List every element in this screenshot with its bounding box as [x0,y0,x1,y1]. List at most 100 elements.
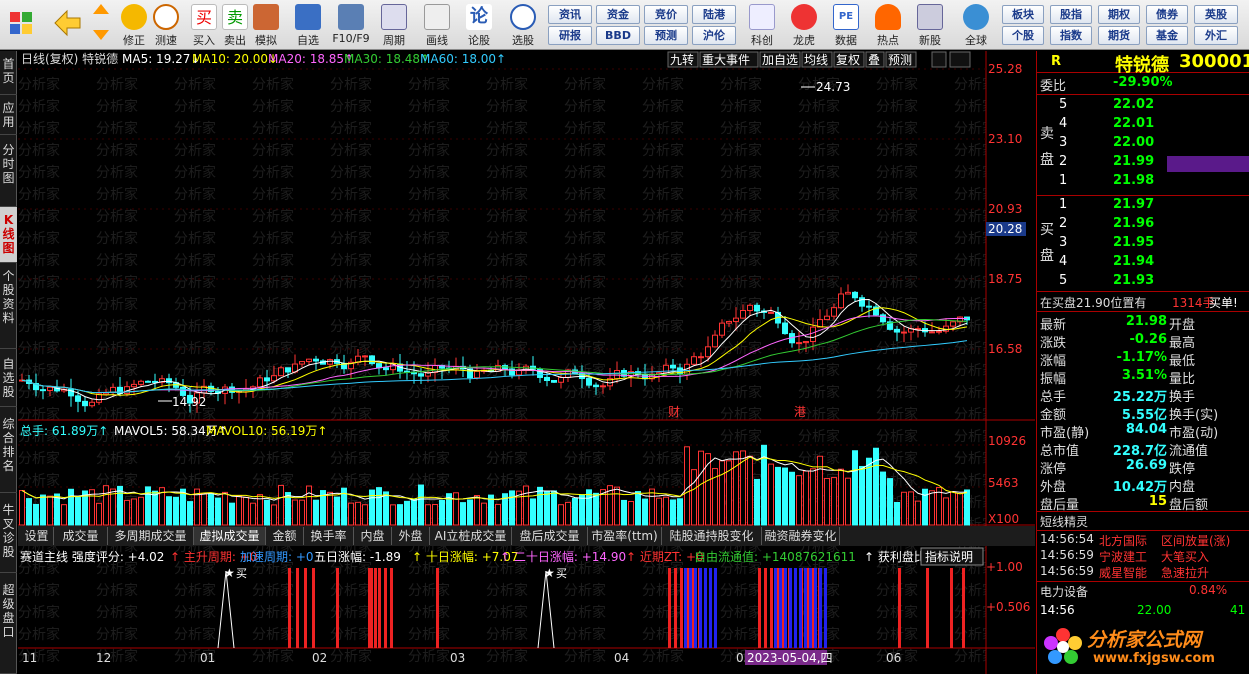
indicator-blue-bar [799,568,802,648]
toolbar-btn-0[interactable]: 修正 [120,2,148,48]
longhu-button[interactable]: 龙虎 [786,2,822,48]
market-btn[interactable]: 指数 [1050,26,1092,45]
nav-timeline[interactable]: 分时图 [0,135,17,207]
indicator-help-label[interactable]: 指标说明 [925,549,973,564]
volume-bar [950,491,956,526]
short-stock: 宁波建工 [1099,550,1148,564]
price: 22.00 [1113,135,1155,150]
ipo-button[interactable]: 新股 [912,2,948,48]
nav-ranking[interactable]: 综合排名 [0,407,17,493]
kline-btn-label-2[interactable]: 加自选 [762,53,798,67]
tab-6[interactable]: 内盘 [354,527,392,545]
volume-bar [61,504,67,526]
kline-btn-label-5[interactable]: 叠 [868,53,880,67]
market-btn[interactable]: 个股 [1002,26,1044,45]
grid-btn[interactable]: 竞价 [644,5,688,24]
tab-8[interactable]: AI立桩成交量 [430,527,512,545]
forum-button[interactable]: 论论股 [464,2,494,48]
volume-bar [47,495,53,526]
kechuang-button[interactable]: 科创 [744,2,780,48]
sell-order-row[interactable]: 5 22.02 [1037,97,1249,115]
grid-icon [10,12,32,34]
nav-diagnosis[interactable]: 牛叉诊股 [0,493,17,573]
event-label-gang[interactable]: 港 [794,405,806,419]
global-button[interactable]: 全球 [956,2,996,48]
tab-4[interactable]: 金额 [266,527,304,545]
market-btn[interactable]: 英股 [1194,5,1238,24]
volume-bar [390,504,396,526]
volume-bar [894,502,900,526]
simulate-button[interactable]: 模拟 [252,2,280,48]
market-btn[interactable]: 期货 [1098,26,1140,45]
kline-btn-label-0[interactable]: 九转 [670,52,694,67]
stat-label-2: 市盈(动) [1169,426,1219,441]
grid-btn[interactable]: 沪伦 [692,26,736,45]
kline-btn-label-4[interactable]: 复权 [836,53,860,67]
grid-btn[interactable]: 资讯 [548,5,592,24]
buy-button[interactable]: 买买入 [190,2,218,48]
nav-home[interactable]: 首页 [0,51,17,95]
kline-btn-label-3[interactable]: 均线 [804,53,828,67]
draw-line-button[interactable]: 画线 [420,2,454,48]
grid-btn[interactable]: BBD [596,26,640,45]
tab-2[interactable]: 多周期成交量 [108,527,194,545]
sector-row[interactable]: 电力设备 0.84% [1037,583,1249,601]
market-btn[interactable]: 板块 [1002,5,1044,24]
indicator-blue-bar [814,568,817,648]
data-button[interactable]: PE 数据 [828,2,864,48]
kline-btn-label-6[interactable]: 预测 [888,53,912,67]
grid-menu-button[interactable] [6,2,36,48]
tab-5[interactable]: 换手率 [304,527,354,545]
kline-btn-label-1[interactable]: 重大事件 [702,53,750,67]
event-label-cai[interactable]: 财 [668,405,680,419]
buy-order-row[interactable]: 2 21.96 [1037,216,1249,234]
tab-11[interactable]: 陆股通持股变化 [662,527,762,545]
market-btn[interactable]: 债券 [1146,5,1188,24]
tab-12[interactable]: 融资融券变化 [762,527,840,545]
f10-button[interactable]: F10/F9 [330,2,372,48]
grid-btn[interactable]: 陆港 [692,5,736,24]
candle-body [831,307,837,317]
stat-row: 盘后量 15 盘后额 [1037,494,1249,513]
period-button[interactable]: 周期 [376,2,412,48]
sell-button[interactable]: 卖卖出 [221,2,249,48]
nav-apps[interactable]: 应用 [0,95,17,135]
nav-profile[interactable]: 个股资料 [0,263,17,349]
market-btn[interactable]: 外汇 [1194,26,1238,45]
market-btn[interactable]: 期权 [1098,5,1140,24]
stat-label-2: 内盘 [1169,480,1196,495]
main-toolbar: 修正 测速 买买入 卖卖出 模拟 自选 F10/F9 周期 画线 论论股 选股 … [0,0,1249,50]
toolbar-btn-1[interactable]: 测速 [152,2,180,48]
tab-10[interactable]: 市盈率(ttm) [588,527,662,545]
grid-btn[interactable]: 研报 [548,26,592,45]
watchlist-button[interactable]: 自选 [290,2,326,48]
tab-0[interactable]: 设置 [20,527,54,545]
nav-level2[interactable]: 超级盘口 [0,573,17,674]
tab-3[interactable]: 虚拟成交量 [194,527,266,545]
stock-picker-button[interactable]: 选股 [503,2,543,48]
buy-order-row[interactable]: 3 21.95 [1037,235,1249,253]
kline-chart-area[interactable]: 分析家 日线(复权) 特锐德 MA5: 19.27↓MA10: 20.00↓MA… [18,51,1035,674]
short-item[interactable]: 14:56:59 威星智能 急速拉升 [1037,564,1249,582]
sell-order-row[interactable]: 3 22.00 [1037,135,1249,153]
back-button[interactable] [50,2,84,48]
grid-btn[interactable]: 预测 [644,26,688,45]
tab-1[interactable]: 成交量 [54,527,108,545]
buy-order-row[interactable]: 1 21.97 [1037,197,1249,215]
nav-up-down[interactable] [90,2,112,48]
sell-order-row[interactable]: 1 21.98 [1037,173,1249,191]
hotspot-button[interactable]: 热点 [870,2,906,48]
buy-order-row[interactable]: 5 21.93 [1037,273,1249,291]
grid-btn[interactable]: 资金 [596,5,640,24]
tab-7[interactable]: 外盘 [392,527,430,545]
nav-watchlist[interactable]: 自选股 [0,349,17,407]
market-btn[interactable]: 股指 [1050,5,1092,24]
toolbar-label: 画线 [426,34,448,47]
nav-kline[interactable]: K线图 [0,207,17,263]
volume-bar [208,492,214,526]
candle-body [705,346,711,358]
sell-order-row[interactable]: 4 22.01 [1037,116,1249,134]
tab-9[interactable]: 盘后成交量 [512,527,588,545]
buy-order-row[interactable]: 4 21.94 [1037,254,1249,272]
market-btn[interactable]: 基金 [1146,26,1188,45]
